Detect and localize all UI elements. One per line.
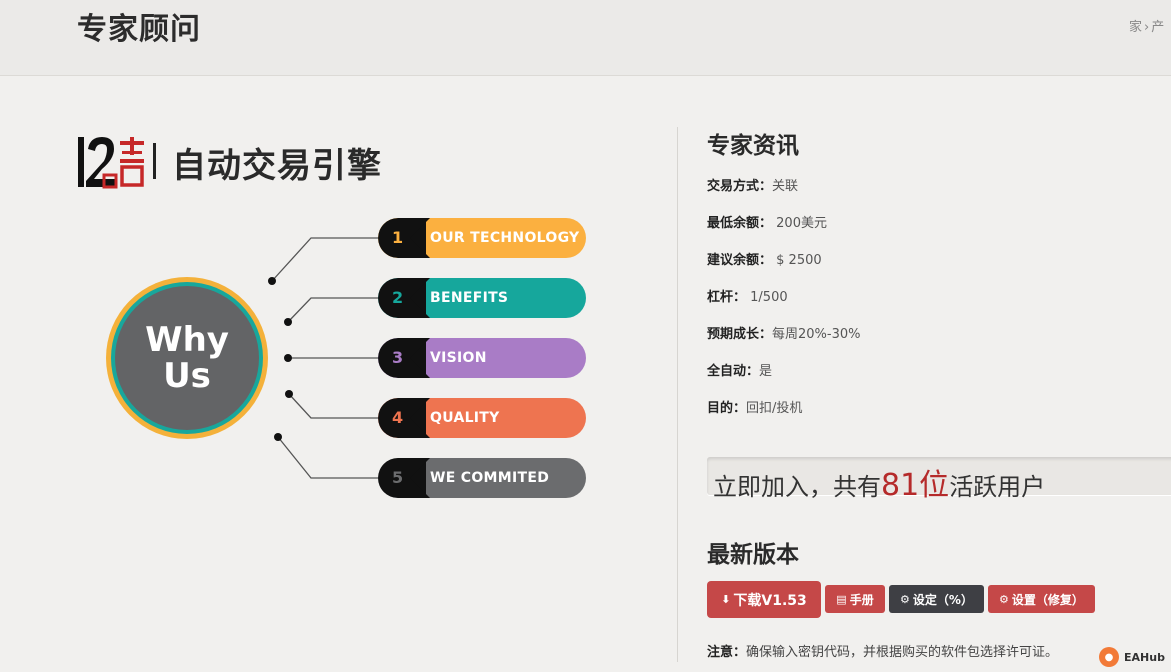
breadcrumb-separator-icon: › xyxy=(1144,20,1150,35)
settings-percent-button[interactable]: ⚙ 设定（%） xyxy=(889,585,984,613)
info-value: 是 xyxy=(759,364,773,379)
why-us-circle: Why Us xyxy=(115,286,259,430)
info-row-purpose: 目的：回扣/投机 xyxy=(707,397,802,416)
info-row-leverage: 杠杆： 1/500 xyxy=(707,286,788,305)
license-note: 注意：确保输入密钥代码，并根据购买的软件包选择许可证。 xyxy=(707,641,1058,660)
latest-version-title: 最新版本 xyxy=(707,542,799,568)
info-value: 关联 xyxy=(772,179,799,194)
column-divider xyxy=(677,127,678,662)
active-users-banner: 立即加入，共有81位活跃用户 xyxy=(707,457,1171,503)
info-key: 最低余额： xyxy=(707,216,773,231)
manual-button[interactable]: ▤ 手册 xyxy=(825,585,885,613)
info-row-trade-mode: 交易方式：关联 xyxy=(707,175,798,194)
why-us-item-num: 2 xyxy=(392,288,404,307)
join-prefix: 立即加入，共有 xyxy=(713,473,881,501)
info-row-recommended-balance: 建议余额： $ 2500 xyxy=(707,249,822,268)
why-us-item-label: VISION xyxy=(430,350,487,366)
info-row-min-balance: 最低余额： 200美元 xyxy=(707,212,827,231)
note-text: 确保输入密钥代码，并根据购买的软件包选择许可证。 xyxy=(746,645,1059,660)
why-us-item-label: BENEFITS xyxy=(430,290,509,306)
note-key: 注意： xyxy=(707,645,747,660)
download-button-label: 下载V1.53 xyxy=(733,592,807,609)
breadcrumb-products[interactable]: 产 xyxy=(1151,20,1164,35)
page-header: 专家顾问 家 › 产 xyxy=(0,0,1171,76)
why-us-item-num: 1 xyxy=(392,228,404,247)
info-value: 200美元 xyxy=(772,216,827,231)
breadcrumb-home[interactable]: 家 xyxy=(1129,20,1142,35)
download-icon: ⬇ xyxy=(721,593,731,606)
page-title: 专家顾问 xyxy=(77,12,201,47)
gear-icon: ⚙ xyxy=(999,592,1009,606)
active-users-count: 81位 xyxy=(881,468,950,503)
info-row-expected-growth: 预期成长：每周20%-30% xyxy=(707,323,861,342)
why-us-item-label: QUALITY xyxy=(430,410,500,426)
why-us-item-num: 3 xyxy=(392,348,404,367)
why-us-item-num: 4 xyxy=(392,408,404,427)
breadcrumb: 家 › 产 xyxy=(1129,16,1164,35)
weibo-icon: ● xyxy=(1099,647,1119,667)
why-us-item-num: 5 xyxy=(392,468,404,487)
info-key: 目的： xyxy=(707,401,747,416)
why-us-word-1: Why xyxy=(145,320,229,360)
why-us-item-5: 5 WE COMMITED xyxy=(378,458,586,498)
why-us-item-3: 3 VISION xyxy=(378,338,586,378)
info-value: 每周20%-30% xyxy=(772,327,861,342)
product-logo xyxy=(78,137,144,189)
info-row-fully-automatic: 全自动：是 xyxy=(707,360,772,379)
info-key: 全自动： xyxy=(707,364,760,379)
info-value: $ 2500 xyxy=(772,253,822,268)
settings-fixed-button[interactable]: ⚙ 设置（修复） xyxy=(988,585,1095,613)
info-key: 建议余额： xyxy=(707,253,773,268)
product-title: 自动交易引擎 xyxy=(172,146,382,186)
join-suffix: 活跃用户 xyxy=(949,473,1046,501)
why-us-item-2: 2 BENEFITS xyxy=(378,278,586,318)
gear-icon: ⚙ xyxy=(900,592,910,606)
eahub-watermark: ● EAHub xyxy=(1099,645,1165,669)
manual-button-label: 手册 xyxy=(849,592,874,607)
info-value: 回扣/投机 xyxy=(746,401,803,416)
why-us-item-4: 4 QUALITY xyxy=(378,398,586,438)
book-icon: ▤ xyxy=(836,592,847,606)
info-section-title: 专家资讯 xyxy=(707,133,799,159)
info-value: 1/500 xyxy=(746,290,788,305)
eahub-label: EAHub xyxy=(1124,650,1165,664)
download-button[interactable]: ⬇ 下载V1.53 xyxy=(707,581,821,618)
info-key: 预期成长： xyxy=(707,327,773,342)
info-key: 杠杆： xyxy=(707,290,747,305)
why-us-word-2: Us xyxy=(163,356,211,396)
settings-percent-label: 设定（%） xyxy=(912,592,973,607)
why-us-item-label: WE COMMITED xyxy=(430,470,550,486)
why-us-item-label: OUR TECHNOLOGY xyxy=(430,230,580,246)
logo-divider xyxy=(153,143,156,179)
why-us-item-1: 1 OUR TECHNOLOGY xyxy=(378,218,586,258)
info-key: 交易方式： xyxy=(707,179,773,194)
settings-fixed-label: 设置（修复） xyxy=(1011,592,1084,607)
